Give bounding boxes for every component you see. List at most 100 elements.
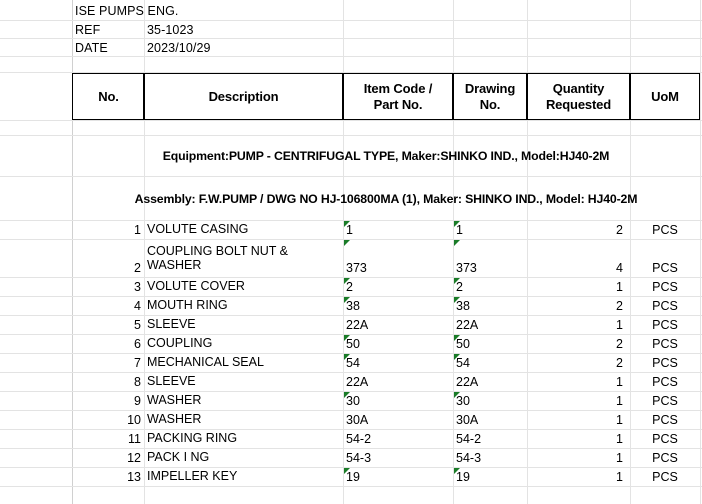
description-cell[interactable]: COUPLING — [144, 334, 343, 353]
item-code-cell[interactable]: 30 — [343, 391, 453, 410]
description-cell[interactable]: PACK I NG — [144, 448, 343, 467]
uom-cell[interactable]: PCS — [630, 372, 700, 391]
quantity-cell[interactable]: 1 — [527, 410, 630, 429]
description-cell[interactable]: SLEEVE — [144, 372, 343, 391]
item-code-cell[interactable]: 38 — [343, 296, 453, 315]
drawing-no-cell[interactable]: 1 — [453, 220, 527, 239]
description-cell[interactable]: MOUTH RING — [144, 296, 343, 315]
header-quantity-requested[interactable]: Quantity Requested — [528, 74, 629, 119]
quantity-cell[interactable]: 2 — [527, 220, 630, 239]
uom-cell[interactable]: PCS — [630, 315, 700, 334]
description-cell[interactable]: PACKING RING — [144, 429, 343, 448]
company-name-cell[interactable]: ISE PUMPS ENG. — [72, 1, 178, 21]
description-cell[interactable]: IMPELLER KEY — [144, 467, 343, 486]
quantity-cell[interactable]: 2 — [527, 334, 630, 353]
ref-value-cell[interactable]: 35-1023 — [144, 21, 343, 39]
quantity-cell[interactable]: 1 — [527, 372, 630, 391]
uom-cell[interactable]: PCS — [630, 391, 700, 410]
header-item-code[interactable]: Item Code / Part No. — [344, 74, 452, 119]
row-number-cell[interactable]: 5 — [72, 315, 144, 334]
drawing-no-cell[interactable]: 30 — [453, 391, 527, 410]
item-code-cell[interactable]: 2 — [343, 277, 453, 296]
quantity-cell[interactable]: 2 — [527, 353, 630, 372]
drawing-no-cell[interactable]: 54-3 — [453, 448, 527, 467]
item-code-cell[interactable]: 30A — [343, 410, 453, 429]
description-cell[interactable]: MECHANICAL SEAL — [144, 353, 343, 372]
row-number-cell[interactable]: 12 — [72, 448, 144, 467]
quantity-cell[interactable]: 1 — [527, 277, 630, 296]
uom-cell[interactable]: PCS — [630, 334, 700, 353]
item-code-cell[interactable]: 373 — [343, 239, 453, 277]
drawing-no-cell[interactable]: 19 — [453, 467, 527, 486]
header-quantity-line2: Requested — [545, 96, 612, 112]
drawing-no-cell[interactable]: 50 — [453, 334, 527, 353]
quantity-cell[interactable]: 1 — [527, 448, 630, 467]
uom-cell[interactable]: PCS — [630, 296, 700, 315]
header-drawing-no[interactable]: Drawing No. — [454, 74, 526, 119]
item-code-cell[interactable]: 54 — [343, 353, 453, 372]
drawing-no-cell[interactable]: 54-2 — [453, 429, 527, 448]
drawing-no-cell[interactable]: 30A — [453, 410, 527, 429]
uom-cell[interactable]: PCS — [630, 410, 700, 429]
row-number-cell[interactable]: 4 — [72, 296, 144, 315]
header-drawing-line2: No. — [479, 96, 501, 112]
row-number-cell[interactable]: 2 — [72, 239, 144, 277]
quantity-cell[interactable]: 1 — [527, 315, 630, 334]
row-number-cell[interactable]: 8 — [72, 372, 144, 391]
uom-cell[interactable]: PCS — [630, 220, 700, 239]
uom-cell[interactable]: PCS — [630, 467, 700, 486]
quantity-cell[interactable]: 1 — [527, 391, 630, 410]
row-number-cell[interactable]: 11 — [72, 429, 144, 448]
drawing-no-cell[interactable]: 22A — [453, 315, 527, 334]
drawing-no-cell[interactable]: 54 — [453, 353, 527, 372]
item-code-cell[interactable]: 54-3 — [343, 448, 453, 467]
uom-cell[interactable]: PCS — [630, 277, 700, 296]
description-cell[interactable]: COUPLING BOLT NUT & WASHER — [144, 239, 343, 277]
header-item-code-line2: Part No. — [373, 96, 423, 112]
description-cell[interactable]: SLEEVE — [144, 315, 343, 334]
row-number-cell[interactable]: 6 — [72, 334, 144, 353]
row-number-cell[interactable]: 7 — [72, 353, 144, 372]
item-code-cell[interactable]: 1 — [343, 220, 453, 239]
assembly-description-row[interactable]: Assembly: F.W.PUMP / DWG NO HJ-106800MA … — [72, 177, 700, 220]
description-cell[interactable]: VOLUTE CASING — [144, 220, 343, 239]
description-cell[interactable]: WASHER — [144, 410, 343, 429]
quantity-cell[interactable]: 1 — [527, 467, 630, 486]
date-value-cell[interactable]: 2023/10/29 — [144, 39, 343, 57]
drawing-no-cell[interactable]: 22A — [453, 372, 527, 391]
item-code-cell[interactable]: 22A — [343, 372, 453, 391]
ref-label-cell[interactable]: REF — [72, 21, 144, 39]
quantity-cell[interactable]: 1 — [527, 429, 630, 448]
description-cell[interactable]: WASHER — [144, 391, 343, 410]
row-number-cell[interactable]: 10 — [72, 410, 144, 429]
date-label-cell[interactable]: DATE — [72, 39, 144, 57]
header-description[interactable]: Description — [145, 74, 342, 119]
header-drawing-line1: Drawing — [464, 81, 516, 97]
row-number-cell[interactable]: 3 — [72, 277, 144, 296]
uom-cell[interactable]: PCS — [630, 429, 700, 448]
row-number-cell[interactable]: 13 — [72, 467, 144, 486]
description-cell[interactable]: VOLUTE COVER — [144, 277, 343, 296]
drawing-no-cell[interactable]: 38 — [453, 296, 527, 315]
item-code-cell[interactable]: 50 — [343, 334, 453, 353]
item-code-cell[interactable]: 19 — [343, 467, 453, 486]
uom-cell[interactable]: PCS — [630, 239, 700, 277]
uom-cell[interactable]: PCS — [630, 353, 700, 372]
header-quantity-line1: Quantity — [552, 81, 605, 97]
header-item-code-line1: Item Code / — [363, 81, 433, 97]
row-number-cell[interactable]: 1 — [72, 220, 144, 239]
drawing-no-cell[interactable]: 373 — [453, 239, 527, 277]
header-uom[interactable]: UoM — [631, 74, 699, 119]
row-number-cell[interactable]: 9 — [72, 391, 144, 410]
row-gridline — [0, 486, 702, 487]
row-gridline — [0, 120, 702, 121]
drawing-no-cell[interactable]: 2 — [453, 277, 527, 296]
item-code-cell[interactable]: 54-2 — [343, 429, 453, 448]
uom-cell[interactable]: PCS — [630, 448, 700, 467]
item-code-cell[interactable]: 22A — [343, 315, 453, 334]
quantity-cell[interactable]: 2 — [527, 296, 630, 315]
equipment-description-row[interactable]: Equipment:PUMP - CENTRIFUGAL TYPE, Maker… — [72, 136, 700, 176]
quantity-cell[interactable]: 4 — [527, 239, 630, 277]
header-no[interactable]: No. — [74, 74, 143, 119]
spreadsheet-canvas: ISE PUMPS ENG. REF 35-1023 DATE 2023/10/… — [0, 0, 702, 504]
